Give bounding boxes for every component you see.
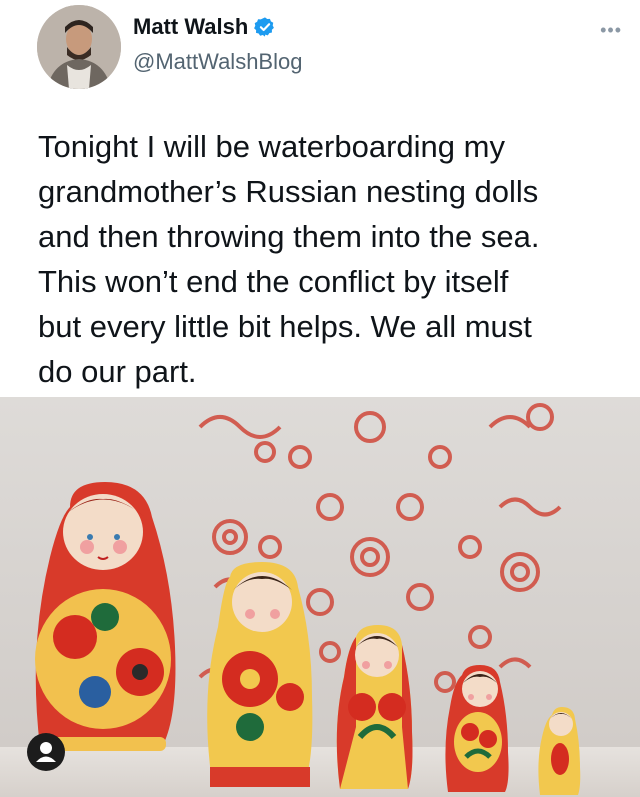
tweet-header: Matt Walsh @MattWalshBlog ••• <box>0 0 640 110</box>
author-handle[interactable]: @MattWalshBlog <box>133 49 302 75</box>
verified-badge-icon <box>254 17 275 37</box>
author-avatar[interactable] <box>37 5 121 89</box>
author-name-row[interactable]: Matt Walsh <box>133 14 276 40</box>
tweet-media-image[interactable] <box>0 397 640 797</box>
tweet-text: Tonight I will be waterboarding my grand… <box>38 129 540 389</box>
more-options-icon[interactable]: ••• <box>600 20 622 41</box>
author-display-name[interactable]: Matt Walsh <box>133 14 248 40</box>
user-profile-icon[interactable] <box>27 733 65 771</box>
